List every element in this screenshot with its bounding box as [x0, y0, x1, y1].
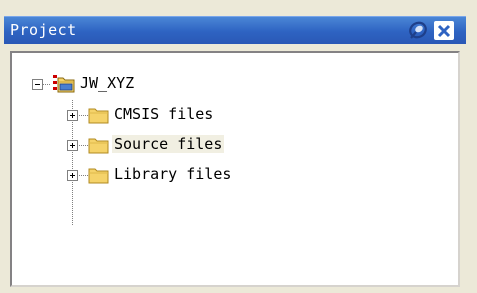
folder-icon: [88, 135, 110, 159]
tree-item-label: Library files: [114, 165, 232, 183]
tree-item-library[interactable]: Library files: [12, 164, 412, 186]
panel-title-bar[interactable]: Project: [4, 16, 466, 44]
expand-icon[interactable]: [67, 110, 78, 121]
expand-icon[interactable]: [67, 170, 78, 181]
project-root-label: JW_XYZ: [80, 74, 135, 92]
tree-item-cmsis[interactable]: CMSIS files: [12, 104, 412, 126]
pin-icon[interactable]: [407, 20, 429, 40]
tree-item-label: CMSIS files: [114, 105, 214, 123]
project-folder-icon: [52, 73, 76, 99]
expand-icon[interactable]: [67, 140, 78, 151]
folder-icon: [88, 105, 110, 129]
folder-icon: [88, 165, 110, 189]
project-tree[interactable]: JW_XYZ CMSIS files Source files Library …: [10, 51, 460, 287]
close-icon: [437, 24, 451, 37]
tree-item-label: Source files: [112, 135, 225, 153]
collapse-icon[interactable]: [32, 79, 43, 90]
project-panel: Project JW_XYZ CMSIS files Source files …: [4, 6, 466, 289]
panel-title: Project: [10, 21, 77, 39]
tree-item-source[interactable]: Source files: [12, 134, 412, 156]
tree-root-item[interactable]: JW_XYZ: [12, 73, 412, 95]
close-button[interactable]: [434, 21, 454, 40]
